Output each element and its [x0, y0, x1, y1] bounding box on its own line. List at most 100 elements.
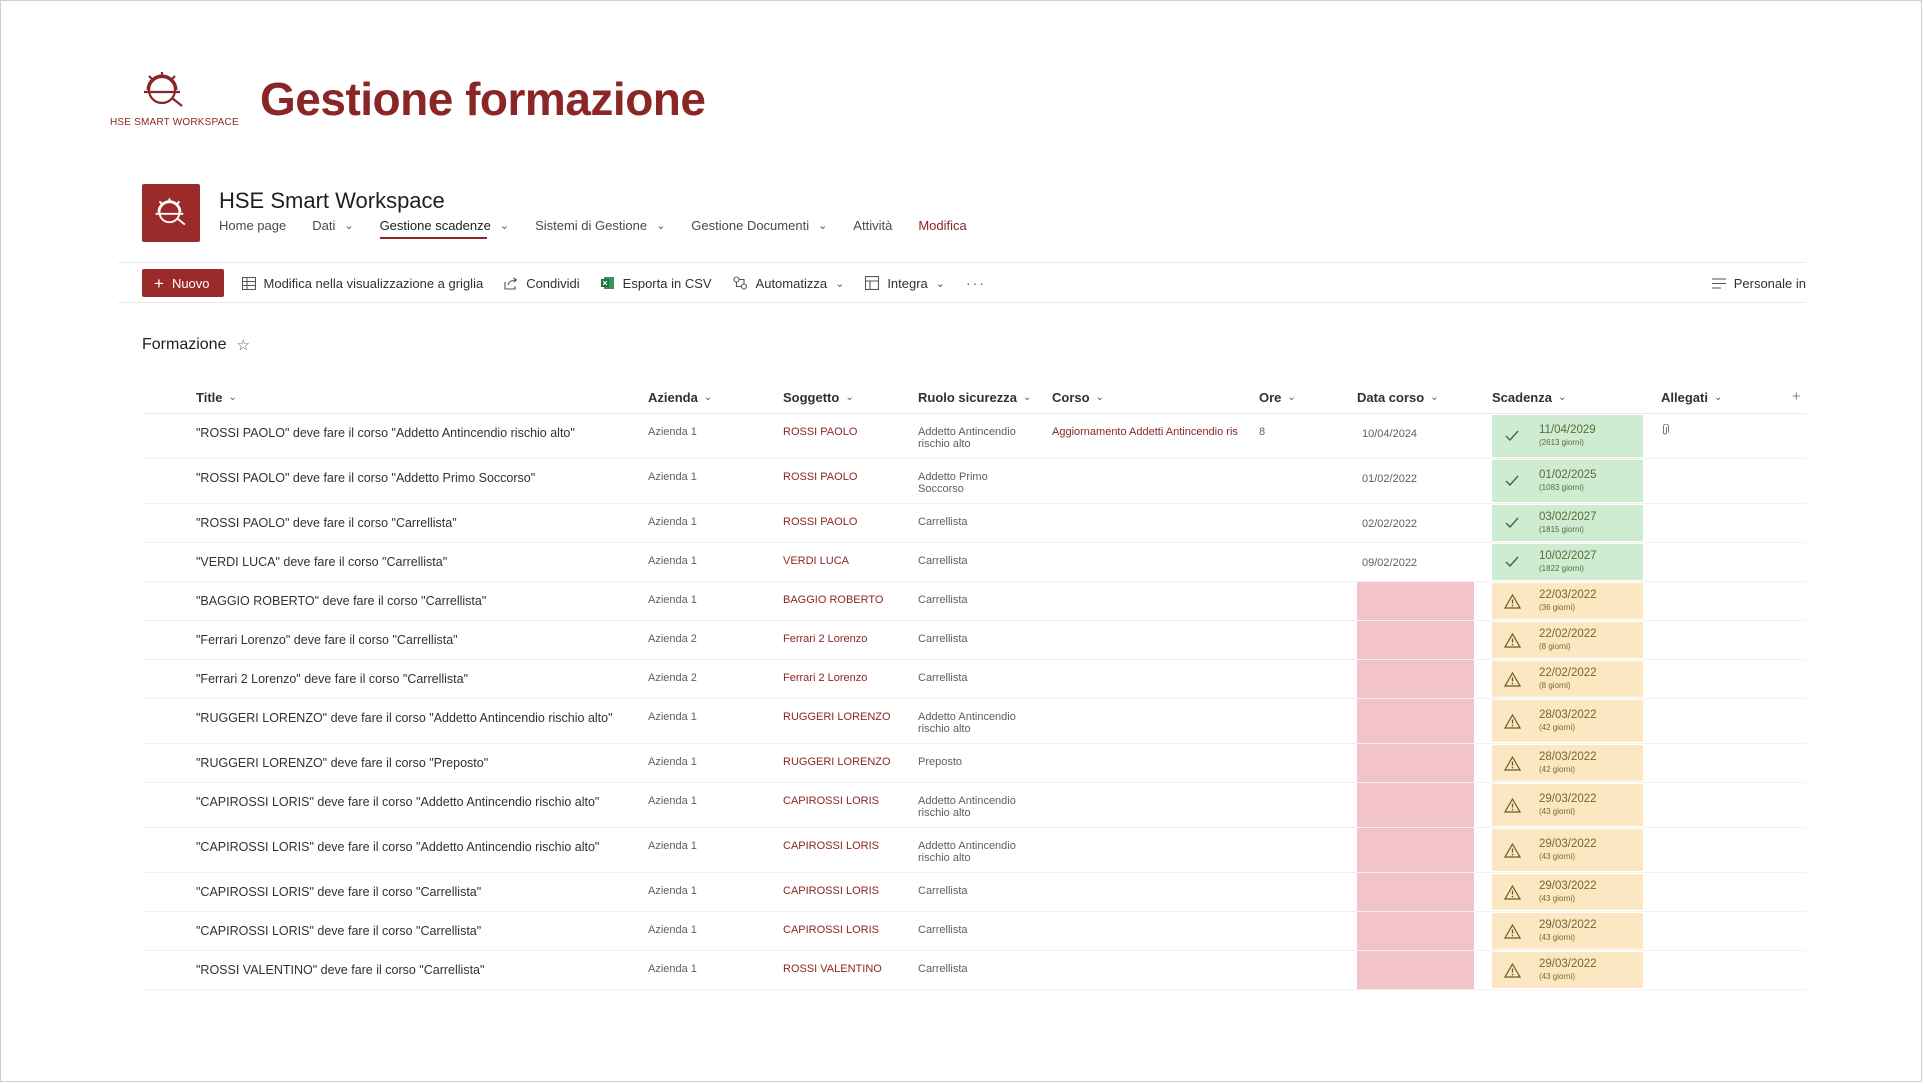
soggetto-link[interactable]: ROSSI PAOLO	[783, 471, 857, 483]
scadenza-date: 10/02/2027	[1539, 549, 1597, 562]
title-cell[interactable]: "RUGGERI LORENZO" deve fare il corso "Ad…	[196, 711, 613, 725]
scadenza-days: (43 giorni)	[1539, 893, 1576, 903]
view-label: Personale in	[1733, 275, 1806, 291]
nav-item-modifica[interactable]: Modifica	[918, 218, 966, 239]
ruolo-cell: Carrellista	[918, 516, 968, 528]
azienda-cell: Azienda 2	[648, 672, 697, 684]
title-cell[interactable]: "VERDI LUCA" deve fare il corso "Carrell…	[196, 555, 447, 569]
title-cell[interactable]: "CAPIROSSI LORIS" deve fare il corso "Ad…	[196, 795, 599, 809]
title-cell[interactable]: "ROSSI PAOLO" deve fare il corso "Carrel…	[196, 516, 457, 530]
soggetto-link[interactable]: Ferrari 2 Lorenzo	[783, 672, 867, 684]
title-cell[interactable]: "CAPIROSSI LORIS" deve fare il corso "Ca…	[196, 924, 481, 938]
missing-date-cell	[1357, 912, 1474, 950]
column-header-corso[interactable]: Corso ⌄	[1052, 390, 1104, 405]
warning-icon	[1495, 713, 1529, 729]
data-corso-cell: 10/04/2024	[1362, 428, 1418, 440]
title-cell[interactable]: "ROSSI VALENTINO" deve fare il corso "Ca…	[196, 963, 484, 977]
add-column-button[interactable]: +	[1792, 388, 1801, 405]
table-row[interactable]: "CAPIROSSI LORIS" deve fare il corso "Ca…	[142, 873, 1806, 912]
table-row[interactable]: "RUGGERI LORENZO" deve fare il corso "Ad…	[142, 699, 1806, 744]
soggetto-link[interactable]: ROSSI PAOLO	[783, 426, 857, 438]
table-row[interactable]: "CAPIROSSI LORIS" deve fare il corso "Ad…	[142, 828, 1806, 873]
table-row[interactable]: "CAPIROSSI LORIS" deve fare il corso "Ca…	[142, 912, 1806, 951]
attachment-icon[interactable]	[1661, 423, 1669, 439]
title-cell[interactable]: "BAGGIO ROBERTO" deve fare il corso "Car…	[196, 594, 486, 608]
chevron-down-icon: ⌄	[1713, 392, 1723, 403]
new-button[interactable]: + Nuovo	[142, 269, 224, 297]
integrate-menu[interactable]: Integra ⌄	[865, 276, 945, 291]
title-cell[interactable]: "Ferrari Lorenzo" deve fare il corso "Ca…	[196, 633, 458, 647]
soggetto-link[interactable]: CAPIROSSI LORIS	[783, 885, 879, 897]
azienda-cell: Azienda 1	[648, 516, 697, 528]
corso-link[interactable]: Aggiornamento Addetti Antincendio ris	[1052, 426, 1252, 438]
scadenza-days: (8 giorni)	[1539, 641, 1571, 651]
soggetto-link[interactable]: Ferrari 2 Lorenzo	[783, 633, 867, 645]
azienda-cell: Azienda 1	[648, 963, 697, 975]
table-row[interactable]: "BAGGIO ROBERTO" deve fare il corso "Car…	[142, 582, 1806, 621]
title-cell[interactable]: "RUGGERI LORENZO" deve fare il corso "Pr…	[196, 756, 488, 770]
soggetto-link[interactable]: ROSSI VALENTINO	[783, 963, 882, 975]
scadenza-days: (8 giorni)	[1539, 680, 1571, 690]
column-header-title[interactable]: Title ⌄	[196, 390, 237, 405]
export-csv-button[interactable]: Esporta in CSV	[600, 276, 712, 291]
soggetto-link[interactable]: ROSSI PAOLO	[783, 516, 857, 528]
nav-item-attivit-[interactable]: Attività	[853, 218, 892, 239]
column-header-azienda[interactable]: Azienda ⌄	[648, 390, 712, 405]
table-body: "ROSSI PAOLO" deve fare il corso "Addett…	[142, 414, 1806, 990]
table-row[interactable]: "Ferrari Lorenzo" deve fare il corso "Ca…	[142, 621, 1806, 660]
soggetto-link[interactable]: RUGGERI LORENZO	[783, 756, 891, 768]
scadenza-cell: 01/02/2025 (1083 giorni)	[1492, 460, 1643, 502]
title-cell[interactable]: "CAPIROSSI LORIS" deve fare il corso "Ca…	[196, 885, 481, 899]
scadenza-cell: 03/02/2027 (1815 giorni)	[1492, 505, 1643, 541]
table-row[interactable]: "VERDI LUCA" deve fare il corso "Carrell…	[142, 543, 1806, 582]
column-header-ore[interactable]: Ore ⌄	[1259, 390, 1296, 405]
soggetto-link[interactable]: CAPIROSSI LORIS	[783, 795, 879, 807]
share-button[interactable]: Condividi	[504, 276, 580, 291]
table-row[interactable]: "ROSSI PAOLO" deve fare il corso "Addett…	[142, 459, 1806, 504]
nav-item-home-page[interactable]: Home page	[219, 218, 286, 239]
column-header-allegati[interactable]: Allegati ⌄	[1661, 390, 1722, 405]
title-cell[interactable]: "ROSSI PAOLO" deve fare il corso "Addett…	[196, 426, 575, 440]
soggetto-link[interactable]: VERDI LUCA	[783, 555, 849, 567]
title-cell[interactable]: "ROSSI PAOLO" deve fare il corso "Addett…	[196, 471, 535, 485]
scadenza-date: 29/03/2022	[1539, 957, 1597, 970]
nav-item-gestione-scadenze[interactable]: Gestione scadenze ⌄	[379, 218, 509, 239]
nav-item-sistemi-di-gestione[interactable]: Sistemi di Gestione ⌄	[535, 218, 665, 239]
ruolo-cell: Carrellista	[918, 633, 968, 645]
chevron-down-icon: ⌄	[1095, 392, 1104, 403]
chevron-down-icon: ⌄	[835, 277, 845, 290]
checkmark-icon	[1495, 430, 1529, 442]
scadenza-days: (43 giorni)	[1539, 971, 1576, 981]
column-header-ruolo[interactable]: Ruolo sicurezza ⌄	[918, 390, 1031, 405]
more-options-button[interactable]: ···	[966, 275, 986, 291]
column-header-data-corso[interactable]: Data corso ⌄	[1357, 390, 1439, 405]
site-title[interactable]: HSE Smart Workspace	[219, 188, 445, 214]
column-header-label: Title	[196, 390, 223, 405]
view-selector[interactable]: Personale in	[1711, 275, 1806, 291]
nav-item-dati[interactable]: Dati ⌄	[312, 218, 353, 239]
title-cell[interactable]: "CAPIROSSI LORIS" deve fare il corso "Ad…	[196, 840, 599, 854]
soggetto-link[interactable]: BAGGIO ROBERTO	[783, 594, 883, 606]
azienda-cell: Azienda 2	[648, 633, 697, 645]
table-row[interactable]: "RUGGERI LORENZO" deve fare il corso "Pr…	[142, 744, 1806, 783]
grid-edit-button[interactable]: Modifica nella visualizzazione a griglia	[241, 276, 483, 291]
table-row[interactable]: "CAPIROSSI LORIS" deve fare il corso "Ad…	[142, 783, 1806, 828]
soggetto-link[interactable]: CAPIROSSI LORIS	[783, 840, 879, 852]
scadenza-days: (1815 giorni)	[1539, 524, 1584, 534]
table-row[interactable]: "ROSSI PAOLO" deve fare il corso "Carrel…	[142, 504, 1806, 543]
table-row[interactable]: "Ferrari 2 Lorenzo" deve fare il corso "…	[142, 660, 1806, 699]
column-header-soggetto[interactable]: Soggetto ⌄	[783, 390, 854, 405]
star-icon[interactable]: ☆	[236, 336, 249, 354]
scadenza-cell: 22/02/2022 (8 giorni)	[1492, 622, 1643, 658]
soggetto-link[interactable]: RUGGERI LORENZO	[783, 711, 891, 723]
site-logo[interactable]	[142, 184, 200, 242]
nav-item-gestione-documenti[interactable]: Gestione Documenti ⌄	[691, 218, 827, 239]
automate-menu[interactable]: Automatizza ⌄	[732, 276, 845, 291]
column-header-scadenza[interactable]: Scadenza ⌄	[1492, 390, 1566, 405]
checkmark-icon	[1495, 475, 1529, 487]
title-cell[interactable]: "Ferrari 2 Lorenzo" deve fare il corso "…	[196, 672, 468, 686]
soggetto-link[interactable]: CAPIROSSI LORIS	[783, 924, 879, 936]
gear-helmet-icon	[144, 72, 183, 107]
table-row[interactable]: "ROSSI PAOLO" deve fare il corso "Addett…	[142, 414, 1806, 459]
table-row[interactable]: "ROSSI VALENTINO" deve fare il corso "Ca…	[142, 951, 1806, 990]
